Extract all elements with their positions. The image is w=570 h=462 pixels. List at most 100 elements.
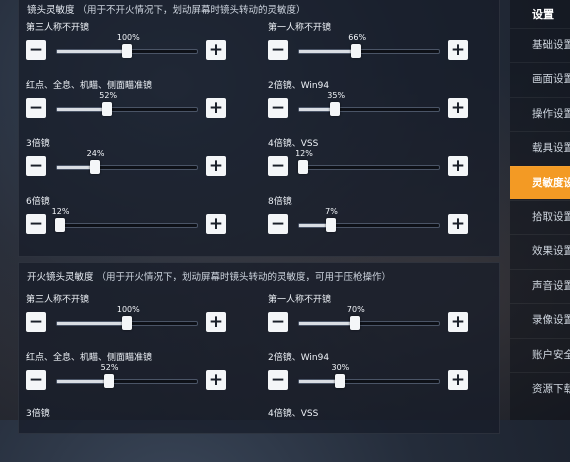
increase-button[interactable]: + [448,214,468,234]
section-note: （用于不开火情况下，划动屏幕时镜头转动的灵敏度） [77,5,306,16]
increase-button[interactable]: + [448,312,468,332]
slider-thumb[interactable] [334,374,345,388]
sensitivity-slider[interactable] [56,316,198,330]
sidebar-item[interactable]: 灵敏度设置 [510,165,570,199]
slider-label: 红点、全息、机瞄、侧面瞄准镜 [26,81,153,91]
sidebar-item[interactable]: 录像设置 [510,303,570,336]
sidebar-item[interactable]: 拾取设置 [510,200,570,233]
sensitivity-slider[interactable] [56,102,198,116]
sensitivity-slider[interactable] [298,102,440,116]
decrease-button[interactable]: − [268,40,288,60]
decrease-button[interactable]: − [26,214,46,234]
decrease-button[interactable]: − [26,156,46,176]
sensitivity-slider-row: 第三人称不开镜 100% − + [26,292,231,348]
sensitivity-slider[interactable] [298,160,440,174]
slider-value: 52% [99,91,118,100]
sidebar-item[interactable]: 基础设置 [510,28,570,61]
slider-label: 2倍镜、Win94 [268,353,330,363]
slider-fill [57,50,127,53]
decrease-button[interactable]: − [26,312,46,332]
slider-label: 第三人称不开镜 [26,23,90,33]
increase-button[interactable]: + [448,98,468,118]
sensitivity-slider-row: 红点、全息、机瞄、侧面瞄准镜 52% − + [26,78,231,134]
sensitivity-slider[interactable] [56,160,198,174]
slider-value: 24% [86,149,105,158]
slider-value: 66% [348,33,367,42]
slider-thumb[interactable] [351,44,362,58]
sensitivity-slider-row: 3倍镜 24% − + [26,136,231,192]
slider-label: 6倍镜 [26,197,50,207]
increase-button[interactable]: + [206,40,226,60]
increase-button[interactable]: + [448,40,468,60]
section-title: 开火镜头灵敏度 （用于开火情况下，划动屏幕时镜头转动的灵敏度，可用于压枪操作） [27,269,391,283]
slider-thumb[interactable] [326,218,337,232]
sidebar-item[interactable]: 声音设置 [510,268,570,302]
decrease-button[interactable]: − [268,370,288,390]
slider-value: 12% [295,149,313,158]
slider-thumb[interactable] [298,160,309,174]
slider-label: 4倍镜、VSS [268,139,319,149]
sensitivity-slider-row: 第一人称不开镜 70% − + [268,292,473,348]
decrease-button[interactable]: − [268,156,288,176]
slider-thumb[interactable] [122,44,132,58]
decrease-button[interactable]: − [268,214,288,234]
decrease-button[interactable]: − [26,370,46,390]
slider-fill [57,108,108,111]
sidebar-header: 设置 [532,8,554,21]
slider-fill [57,380,109,383]
slider-value: 30% [331,363,350,372]
sensitivity-slider-row: 4倍镜、VSS [268,406,473,462]
section-note: （用于开火情况下，划动屏幕时镜头转动的灵敏度，可用于压枪操作） [96,272,392,283]
sensitivity-slider[interactable] [298,44,440,58]
sensitivity-slider-row: 2倍镜、Win94 35% − + [268,78,473,134]
slider-label: 第一人称不开镜 [268,295,332,305]
sidebar-item[interactable]: 画面设置 [510,62,570,95]
decrease-button[interactable]: − [26,40,46,60]
sidebar-item[interactable]: 载具设置 [510,131,570,164]
slider-thumb[interactable] [102,102,113,116]
section-title-text: 镜头灵敏度 [27,5,75,16]
slider-thumb[interactable] [89,160,100,174]
sidebar-item[interactable]: 账户安全 [510,337,570,371]
sensitivity-slider[interactable] [54,218,198,232]
increase-button[interactable]: + [206,312,226,332]
section-title: 镜头灵敏度 （用于不开火情况下，划动屏幕时镜头转动的灵敏度） [27,2,306,16]
sensitivity-slider-row: 4倍镜、VSS 12% − + [268,136,473,192]
decrease-button[interactable]: − [268,98,288,118]
slider-fill [299,380,340,383]
slider-thumb[interactable] [122,316,132,330]
slider-thumb[interactable] [350,316,360,330]
slider-value: 12% [51,207,70,216]
decrease-button[interactable]: − [26,98,46,118]
sensitivity-slider[interactable] [56,374,198,388]
sensitivity-slider[interactable] [56,44,198,58]
sensitivity-slider-row: 第三人称不开镜 100% − + [26,20,231,76]
slider-value: 70% [346,305,365,314]
sensitivity-slider[interactable] [298,374,440,388]
settings-sidebar: 设置 基础设置画面设置操作设置载具设置灵敏度设置拾取设置效果设置声音设置录像设置… [510,0,570,420]
sidebar-item[interactable]: 操作设置 [510,96,570,130]
slider-thumb[interactable] [103,374,114,388]
sensitivity-slider-row: 2倍镜、Win94 30% − + [268,350,473,406]
increase-button[interactable]: + [206,156,226,176]
slider-fill [299,50,357,53]
sensitivity-slider-row: 6倍镜 12% − + [26,194,231,250]
increase-button[interactable]: + [206,370,226,390]
slider-value: 52% [100,363,119,372]
slider-fill [57,322,127,325]
slider-value: 35% [327,91,346,100]
sidebar-item[interactable]: 效果设置 [510,234,570,267]
increase-button[interactable]: + [206,98,226,118]
increase-button[interactable]: + [448,156,468,176]
slider-label: 红点、全息、机瞄、侧面瞄准镜 [26,353,153,363]
slider-thumb[interactable] [330,102,341,116]
sensitivity-slider[interactable] [298,316,440,330]
slider-thumb[interactable] [54,218,65,232]
decrease-button[interactable]: − [268,312,288,332]
sensitivity-slider-row: 8倍镜 7% − + [268,194,473,250]
increase-button[interactable]: + [448,370,468,390]
sensitivity-slider-row: 3倍镜 [26,406,231,462]
sidebar-item[interactable]: 资源下载 [510,372,570,405]
sensitivity-slider[interactable] [298,218,440,232]
increase-button[interactable]: + [206,214,226,234]
